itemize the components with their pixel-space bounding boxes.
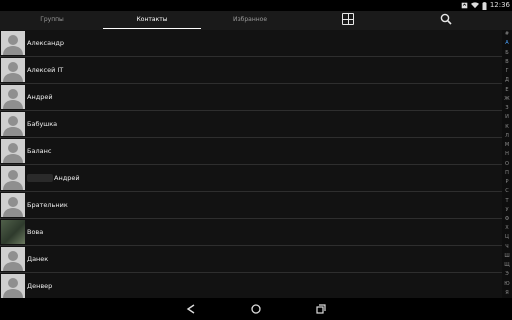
- contact-row[interactable]: Александр: [0, 30, 502, 57]
- index-letter[interactable]: Ю: [502, 281, 512, 288]
- index-letter[interactable]: Т: [502, 198, 512, 205]
- index-letter[interactable]: Ц: [502, 234, 512, 241]
- status-bar: 12:36: [0, 0, 512, 11]
- index-letter[interactable]: Р: [502, 179, 512, 186]
- contact-row[interactable]: Андрей: [0, 84, 502, 111]
- back-icon[interactable]: [185, 303, 197, 315]
- index-letter[interactable]: Д: [502, 77, 512, 84]
- default-avatar-icon[interactable]: [1, 166, 25, 190]
- contact-row[interactable]: Данек: [0, 246, 502, 273]
- index-letter[interactable]: Л: [502, 133, 512, 140]
- contact-name-text: Александр: [27, 39, 64, 47]
- contact-name: Вова: [27, 219, 43, 245]
- index-letter[interactable]: С: [502, 188, 512, 195]
- contact-name: Александр: [27, 30, 64, 56]
- index-letter[interactable]: Е: [502, 87, 512, 94]
- contact-name: Брательник: [27, 192, 68, 218]
- contact-row[interactable]: Алексей IT: [0, 57, 502, 84]
- contact-name: Денвер: [27, 273, 52, 298]
- home-icon[interactable]: [250, 303, 262, 315]
- contact-name-text: Данек: [27, 255, 49, 263]
- index-letter[interactable]: Г: [502, 68, 512, 75]
- index-letter[interactable]: Ч: [502, 244, 512, 251]
- grid-cell-icon: [348, 19, 353, 24]
- contact-name-text: Денвер: [27, 282, 53, 290]
- contact-name: Андрей: [27, 84, 53, 110]
- status-icons: 12:36: [461, 0, 510, 11]
- index-letter[interactable]: Ш: [502, 253, 512, 260]
- default-avatar-icon[interactable]: [1, 85, 25, 109]
- default-avatar-icon[interactable]: [1, 247, 25, 271]
- tab-groups[interactable]: Группы: [0, 11, 104, 30]
- tab-contacts[interactable]: Контакты: [103, 11, 201, 30]
- contact-name-text: Бабушка: [27, 120, 58, 128]
- contact-row[interactable]: Вова: [0, 219, 502, 246]
- index-letter[interactable]: О: [502, 161, 512, 168]
- recents-icon[interactable]: [315, 303, 327, 315]
- contact-name: Андрей: [27, 165, 80, 191]
- index-letter[interactable]: У: [502, 207, 512, 214]
- contact-name-text: Баланс: [27, 147, 52, 155]
- contact-name-text: Алексей IT: [27, 66, 64, 74]
- contact-name-text: Брательник: [27, 201, 68, 209]
- grid-cell-icon: [348, 14, 353, 19]
- alphabet-index[interactable]: # А Б В Г Д Е Ж З И К Л М Н О П Р С Т У Ф Х Ц Ч Ш Щ Э Ю Я: [502, 30, 512, 298]
- contact-name-text: Вова: [27, 228, 44, 236]
- index-letter[interactable]: Ф: [502, 216, 512, 223]
- contact-name: Алексей IT: [27, 57, 63, 83]
- default-avatar-icon[interactable]: [1, 112, 25, 136]
- contact-name-text: Андрей: [27, 93, 53, 101]
- index-letter[interactable]: П: [502, 170, 512, 177]
- contact-name-text: Андрей: [54, 174, 80, 182]
- contact-row[interactable]: Баланс: [0, 138, 502, 165]
- default-avatar-icon[interactable]: [1, 139, 25, 163]
- contact-photo[interactable]: [1, 220, 25, 244]
- navigation-bar: [0, 298, 512, 320]
- index-letter[interactable]: З: [502, 105, 512, 112]
- index-letter[interactable]: #: [502, 31, 512, 38]
- grid-cell-icon: [343, 19, 348, 24]
- index-letter[interactable]: Х: [502, 225, 512, 232]
- redacted-text: [27, 174, 53, 182]
- wifi-icon: [470, 2, 479, 9]
- index-letter[interactable]: В: [502, 59, 512, 66]
- index-letter[interactable]: И: [502, 114, 512, 121]
- contact-name: Бабушка: [27, 111, 57, 137]
- action-bar: Группы Контакты Избранное: [0, 11, 512, 30]
- default-avatar-icon[interactable]: [1, 274, 25, 298]
- notification-icon: [461, 2, 468, 9]
- contact-name: Данек: [27, 246, 48, 272]
- tab-favorites[interactable]: Избранное: [201, 11, 299, 30]
- index-letter[interactable]: М: [502, 142, 512, 149]
- default-avatar-icon[interactable]: [1, 58, 25, 82]
- default-avatar-icon[interactable]: [1, 31, 25, 55]
- index-letter[interactable]: Н: [502, 151, 512, 158]
- contact-row[interactable]: Бабушка: [0, 111, 502, 138]
- contact-row[interactable]: Андрей: [0, 165, 502, 192]
- contact-row[interactable]: Брательник: [0, 192, 502, 219]
- dialpad-grid-button[interactable]: [342, 13, 354, 25]
- index-letter[interactable]: К: [502, 124, 512, 131]
- index-letter[interactable]: Щ: [502, 262, 512, 269]
- contact-row[interactable]: Денвер: [0, 273, 502, 298]
- index-letter[interactable]: Б: [502, 50, 512, 57]
- status-time: 12:36: [489, 1, 510, 9]
- contact-name: Баланс: [27, 138, 51, 164]
- index-letter[interactable]: Э: [502, 271, 512, 278]
- index-letter[interactable]: А: [502, 40, 512, 47]
- contact-list[interactable]: Александр Алексей IT Андрей Бабушка Баланс Ан…: [0, 30, 502, 298]
- default-avatar-icon[interactable]: [1, 193, 25, 217]
- index-letter[interactable]: Ж: [502, 96, 512, 103]
- grid-cell-icon: [343, 14, 348, 19]
- search-icon[interactable]: [440, 13, 452, 25]
- index-letter[interactable]: Я: [502, 290, 512, 297]
- battery-icon: [482, 1, 487, 10]
